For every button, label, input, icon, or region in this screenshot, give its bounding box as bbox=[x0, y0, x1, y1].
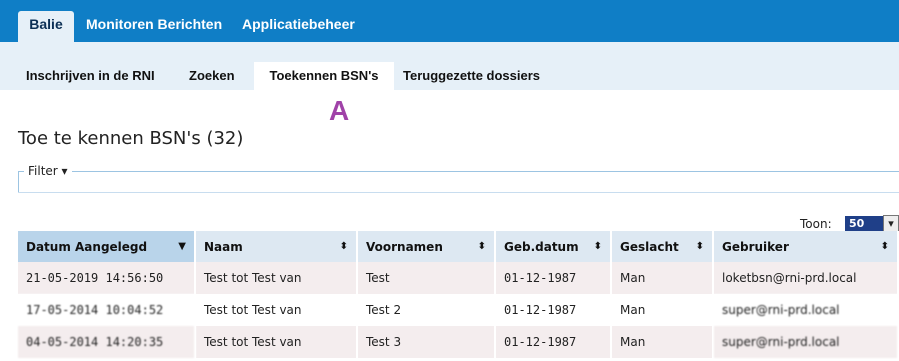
cell-datum-aangelegd: 04-05-2014 14:20:35 bbox=[18, 326, 196, 358]
page-title: Toe te kennen BSN's (32) bbox=[18, 128, 244, 149]
column-header-geb-datum[interactable]: Geb.datum ⬍ bbox=[496, 231, 612, 262]
tab-applicatiebeheer[interactable]: Applicatiebeheer bbox=[242, 11, 355, 42]
sort-icon: ⬍ bbox=[339, 241, 348, 252]
cell-geb-datum: 01-12-1987 bbox=[496, 326, 612, 358]
column-header-datum-aangelegd[interactable]: Datum Aangelegd ▼ bbox=[18, 231, 196, 262]
cell-datum-aangelegd: 21-05-2019 14:56:50 bbox=[18, 262, 196, 294]
subtab-toekennen-bsns[interactable]: Toekennen BSN's bbox=[254, 62, 394, 90]
column-header-geslacht[interactable]: Geslacht ⬍ bbox=[612, 231, 714, 262]
cell-geslacht: Man bbox=[612, 326, 714, 358]
filter-border-left bbox=[18, 171, 19, 193]
sort-icon: ⬍ bbox=[880, 241, 889, 252]
column-header-voornamen[interactable]: Voornamen ⬍ bbox=[358, 231, 496, 262]
bsn-table: Datum Aangelegd ▼ Naam ⬍ Voornamen ⬍ Geb… bbox=[18, 231, 899, 358]
cell-geb-datum: 01-12-1987 bbox=[496, 294, 612, 326]
annotation-marker: A bbox=[329, 95, 350, 126]
cell-naam: Test tot Test van bbox=[196, 326, 358, 358]
chevron-down-icon[interactable]: ▾ bbox=[883, 215, 899, 232]
tab-monitoren-berichten[interactable]: Monitoren Berichten bbox=[86, 11, 222, 42]
filter-toggle[interactable]: Filter ▾ bbox=[24, 163, 72, 179]
sub-navigation: Inschrijven in de RNI Zoeken Toekennen B… bbox=[0, 42, 899, 90]
filter-border bbox=[18, 171, 899, 172]
subtab-zoeken[interactable]: Zoeken bbox=[189, 62, 235, 90]
cell-gebruiker: super@rni-prd.local bbox=[714, 326, 899, 358]
tab-balie[interactable]: Balie bbox=[18, 11, 74, 42]
table-row[interactable]: 04-05-2014 14:20:35 Test tot Test van Te… bbox=[18, 326, 899, 358]
cell-naam: Test tot Test van bbox=[196, 262, 358, 294]
filter-border-bottom bbox=[18, 192, 899, 193]
column-header-label: Geb.datum bbox=[504, 239, 579, 254]
cell-geslacht: Man bbox=[612, 294, 714, 326]
cell-voornamen: Test 2 bbox=[358, 294, 496, 326]
column-header-label: Voornamen bbox=[366, 239, 443, 254]
column-header-label: Gebruiker bbox=[722, 239, 789, 254]
sort-desc-icon: ▼ bbox=[178, 241, 186, 252]
column-header-label: Geslacht bbox=[620, 239, 679, 254]
table-header-row: Datum Aangelegd ▼ Naam ⬍ Voornamen ⬍ Geb… bbox=[18, 231, 899, 262]
table-row[interactable]: 21-05-2019 14:56:50 Test tot Test van Te… bbox=[18, 262, 899, 294]
subtab-teruggezette-dossiers[interactable]: Teruggezette dossiers bbox=[403, 62, 540, 90]
top-navigation: Balie Monitoren Berichten Applicatiebehe… bbox=[0, 0, 899, 42]
cell-geslacht: Man bbox=[612, 262, 714, 294]
cell-gebruiker: loketbsn@rni-prd.local bbox=[714, 262, 899, 294]
sort-icon: ⬍ bbox=[593, 241, 602, 252]
subtab-inschrijven-rni[interactable]: Inschrijven in de RNI bbox=[26, 62, 155, 90]
sort-icon: ⬍ bbox=[477, 241, 486, 252]
cell-voornamen: Test 3 bbox=[358, 326, 496, 358]
column-header-naam[interactable]: Naam ⬍ bbox=[196, 231, 358, 262]
cell-geb-datum: 01-12-1987 bbox=[496, 262, 612, 294]
table-row[interactable]: 17-05-2014 10:04:52 Test tot Test van Te… bbox=[18, 294, 899, 326]
cell-naam: Test tot Test van bbox=[196, 294, 358, 326]
page-size-label: Toon: bbox=[800, 217, 832, 231]
column-header-label: Datum Aangelegd bbox=[26, 239, 148, 254]
cell-voornamen: Test bbox=[358, 262, 496, 294]
column-header-gebruiker[interactable]: Gebruiker ⬍ bbox=[714, 231, 899, 262]
sort-icon: ⬍ bbox=[695, 241, 704, 252]
column-header-label: Naam bbox=[204, 239, 243, 254]
page-size-select[interactable]: 50 bbox=[845, 216, 883, 231]
cell-datum-aangelegd: 17-05-2014 10:04:52 bbox=[18, 294, 196, 326]
cell-gebruiker: super@rni-prd.local bbox=[714, 294, 899, 326]
